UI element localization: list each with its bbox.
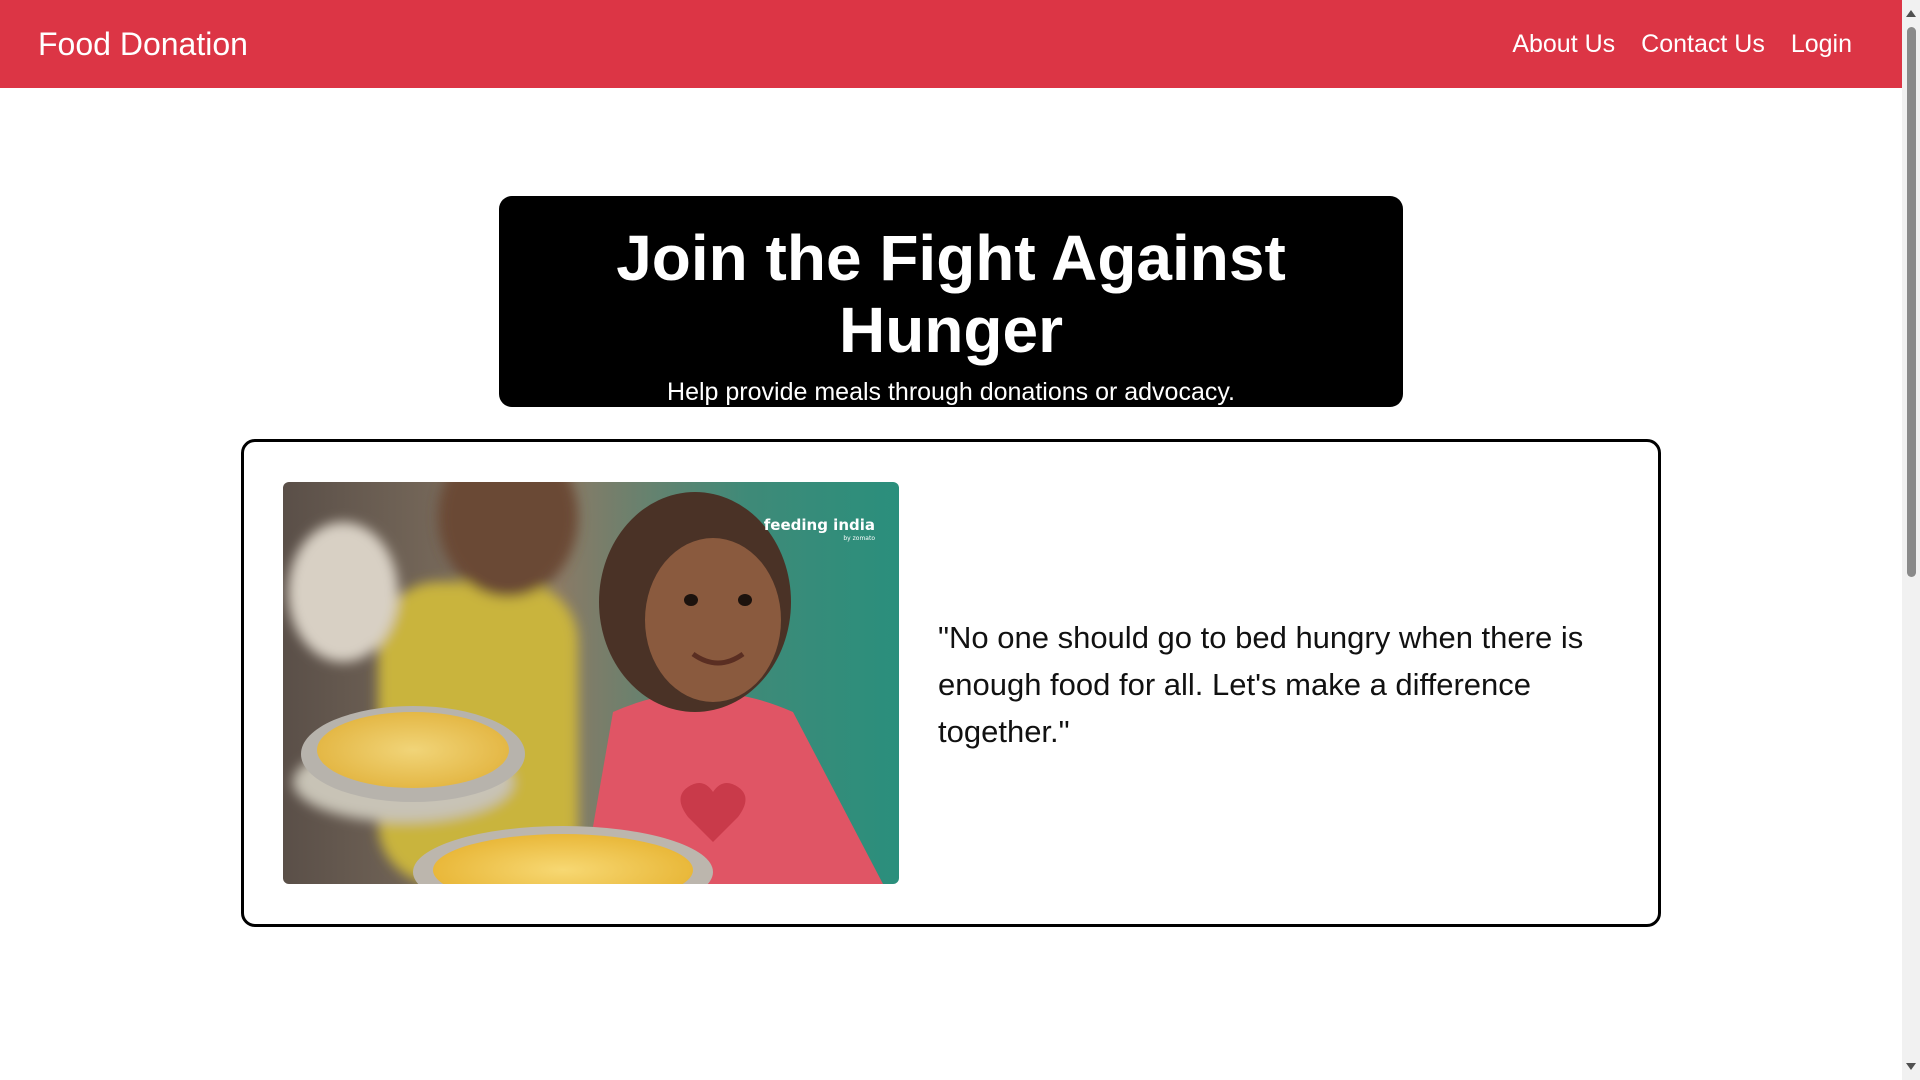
scroll-down-icon[interactable] (1906, 1063, 1916, 1070)
svg-text:by zomato: by zomato (843, 535, 875, 542)
nav-links: About Us Contact Us Login (1512, 30, 1852, 59)
nav-login[interactable]: Login (1791, 30, 1852, 59)
quote-card: feeding india by zomato "No one should g… (241, 439, 1661, 927)
hero-subtitle: Help provide meals through donations or … (667, 378, 1235, 406)
hunger-quote: "No one should go to bed hungry when the… (938, 620, 1584, 749)
children-food-photo: feeding india by zomato (283, 482, 899, 884)
page: Food Donation About Us Contact Us Login … (0, 0, 1920, 1080)
top-navbar: Food Donation About Us Contact Us Login (0, 0, 1902, 88)
hero-banner: Join the Fight Against Hunger Help provi… (499, 196, 1403, 407)
feeding-india-logo: feeding india (764, 516, 875, 534)
nav-contact-us[interactable]: Contact Us (1641, 30, 1765, 59)
brand-link[interactable]: Food Donation (38, 26, 248, 63)
photo-illustration: feeding india by zomato (283, 482, 899, 884)
vertical-scrollbar[interactable] (1902, 0, 1920, 1080)
hero-title: Join the Fight Against Hunger (616, 222, 1286, 366)
nav-about-us[interactable]: About Us (1512, 30, 1615, 59)
scroll-up-icon[interactable] (1906, 10, 1916, 17)
scroll-thumb[interactable] (1907, 27, 1916, 577)
